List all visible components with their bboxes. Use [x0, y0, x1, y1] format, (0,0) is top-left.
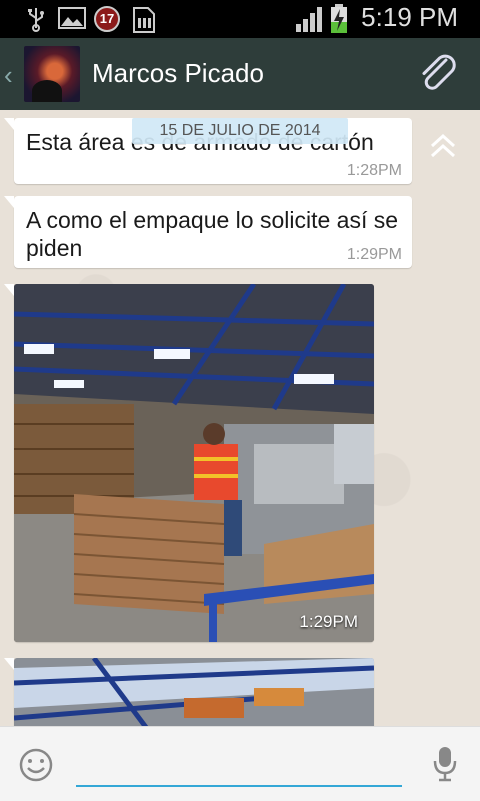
notification-badge: 17 [94, 6, 120, 32]
warehouse-photo[interactable] [14, 658, 374, 726]
paperclip-icon[interactable] [416, 52, 460, 96]
input-bar [0, 726, 480, 801]
scroll-to-top-icon[interactable] [428, 132, 458, 160]
message-time: 1:29PM [299, 612, 358, 631]
contact-name[interactable]: Marcos Picado [92, 58, 264, 89]
emoji-icon[interactable] [18, 747, 54, 783]
clock: 5:19 PM [361, 2, 458, 32]
message-time: 1:29PM [346, 246, 402, 263]
image-message[interactable] [4, 658, 374, 726]
signal-icon [296, 7, 322, 32]
sd-card-icon [133, 7, 155, 33]
battery-charging-icon [331, 4, 347, 33]
mic-icon[interactable] [432, 745, 458, 783]
image-icon [58, 7, 86, 29]
back-chevron-icon[interactable]: ‹ [4, 60, 13, 91]
date-chip: 15 DE JULIO DE 2014 [132, 118, 348, 144]
avatar[interactable] [24, 46, 80, 102]
usb-icon [28, 8, 44, 32]
status-bar: 17 5:19 PM [0, 0, 480, 38]
chat-area[interactable]: Esta área es de armado de cartón 1:28PM … [0, 110, 480, 726]
message-bubble[interactable]: A como el empaque lo solicite así se pid… [4, 196, 412, 268]
message-time: 1:28PM [346, 162, 402, 179]
image-message[interactable]: 1:29PM [4, 284, 374, 642]
warehouse-photo[interactable] [14, 284, 374, 642]
message-input[interactable] [76, 745, 402, 787]
chat-header: ‹ Marcos Picado [0, 38, 480, 110]
